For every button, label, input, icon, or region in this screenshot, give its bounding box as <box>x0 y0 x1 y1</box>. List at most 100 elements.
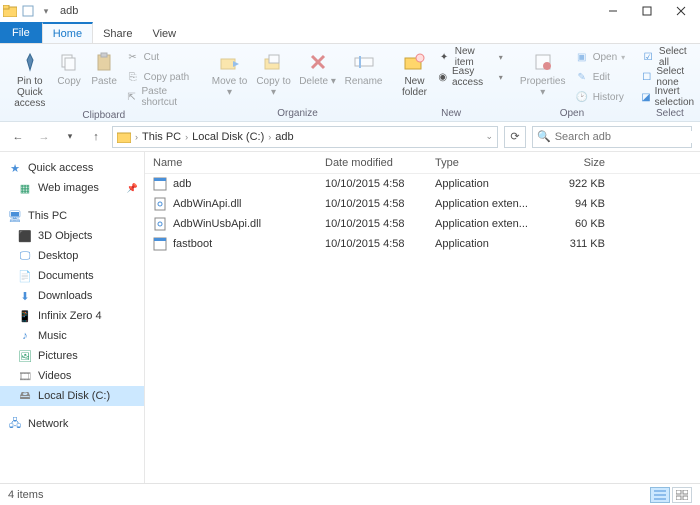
item-count: 4 items <box>8 489 43 501</box>
search-icon: 🔍 <box>537 130 551 143</box>
crumb-drive[interactable]: Local Disk (C:) <box>192 131 264 143</box>
ribbon-group-new: New folder ✦New item ▾ ◉Easy access ▾ Ne… <box>392 46 511 121</box>
new-item-icon: ✦ <box>437 50 450 64</box>
star-icon: ★ <box>8 161 22 175</box>
pictures-icon: 🖼 <box>18 349 32 363</box>
nav-infinix[interactable]: 📱Infinix Zero 4 <box>0 306 144 326</box>
file-row[interactable]: adb10/10/2015 4:58Application922 KB <box>145 174 700 194</box>
address-dropdown-icon[interactable]: ⌄ <box>485 131 493 142</box>
nav-3d-objects[interactable]: ⬛3D Objects <box>0 226 144 246</box>
tab-share[interactable]: Share <box>93 22 142 43</box>
tab-view[interactable]: View <box>142 22 186 43</box>
select-all-button[interactable]: ☑Select all <box>639 48 700 66</box>
open-icon: ▣ <box>575 50 589 64</box>
pin-to-quick-access-button[interactable]: Pin to Quick access <box>10 46 50 109</box>
edit-button[interactable]: ✎Edit <box>573 68 627 86</box>
new-folder-button[interactable]: New folder <box>398 46 432 98</box>
nav-network[interactable]: 🖧Network <box>0 414 144 434</box>
delete-button[interactable]: Delete ▾ <box>298 46 338 87</box>
invert-selection-button[interactable]: ◪Invert selection <box>639 88 700 106</box>
file-icon <box>153 217 167 231</box>
copy-to-icon <box>260 50 288 74</box>
up-button[interactable]: ↑ <box>86 127 106 147</box>
close-button[interactable] <box>664 0 698 22</box>
window-title: adb <box>60 5 78 17</box>
nav-local-disk[interactable]: 🖴Local Disk (C:) <box>0 386 144 406</box>
pc-icon: 🖥 <box>8 209 22 223</box>
nav-documents[interactable]: 📄Documents <box>0 266 144 286</box>
navigation-pane: ★Quick access ▦Web images📌 🖥This PC ⬛3D … <box>0 152 145 483</box>
open-button[interactable]: ▣Open ▾ <box>573 48 627 66</box>
paste-button[interactable]: Paste <box>89 46 120 87</box>
file-row[interactable]: AdbWinApi.dll10/10/2015 4:58Application … <box>145 194 700 214</box>
column-name[interactable]: Name <box>145 157 325 169</box>
file-date: 10/10/2015 4:58 <box>325 178 435 190</box>
music-icon: ♪ <box>18 329 32 343</box>
paste-shortcut-button[interactable]: ⇱Paste shortcut <box>124 88 198 106</box>
rename-button[interactable]: Rename <box>342 46 386 87</box>
history-button[interactable]: 🕑History <box>573 88 627 106</box>
pin-icon: 📌 <box>127 183 138 194</box>
column-size[interactable]: Size <box>545 157 615 169</box>
minimize-button[interactable] <box>596 0 630 22</box>
nav-music[interactable]: ♪Music <box>0 326 144 346</box>
crumb-this-pc[interactable]: This PC <box>142 131 181 143</box>
copy-path-icon: ⎘ <box>126 70 140 84</box>
forward-button[interactable]: → <box>34 127 54 147</box>
tab-home[interactable]: Home <box>42 22 93 43</box>
file-date: 10/10/2015 4:58 <box>325 238 435 250</box>
cut-button[interactable]: ✂Cut <box>124 48 198 66</box>
tab-file[interactable]: File <box>0 22 42 43</box>
ribbon: Pin to Quick access Copy Paste ✂Cut ⎘Cop… <box>0 44 700 122</box>
file-row[interactable]: AdbWinUsbApi.dll10/10/2015 4:58Applicati… <box>145 214 700 234</box>
copy-to-button[interactable]: Copy to ▾ <box>254 46 294 98</box>
search-box[interactable]: 🔍 <box>532 126 692 148</box>
details-view-button[interactable] <box>650 487 670 503</box>
desktop-icon: 🖵 <box>18 249 32 263</box>
nav-downloads[interactable]: ⬇Downloads <box>0 286 144 306</box>
file-type: Application exten... <box>435 218 545 230</box>
folder-icon <box>2 3 18 19</box>
delete-icon <box>304 50 332 74</box>
column-date[interactable]: Date modified <box>325 157 435 169</box>
properties-icon <box>529 50 557 74</box>
new-item-button[interactable]: ✦New item ▾ <box>435 48 504 66</box>
recent-locations-button[interactable]: ▾ <box>60 127 80 147</box>
address-bar[interactable]: › This PC › Local Disk (C:) › adb ⌄ <box>112 126 498 148</box>
copy-button[interactable]: Copy <box>54 46 85 87</box>
ribbon-group-select: ☑Select all ☐Select none ◪Invert selecti… <box>633 46 700 121</box>
nav-this-pc[interactable]: 🖥This PC <box>0 206 144 226</box>
crumb-folder[interactable]: adb <box>275 131 293 143</box>
file-row[interactable]: fastboot10/10/2015 4:58Application311 KB <box>145 234 700 254</box>
file-name: fastboot <box>173 238 212 250</box>
file-size: 60 KB <box>545 218 615 230</box>
column-type[interactable]: Type <box>435 157 545 169</box>
file-icon <box>153 197 167 211</box>
nav-pictures[interactable]: 🖼Pictures <box>0 346 144 366</box>
status-bar: 4 items <box>0 483 700 505</box>
move-to-button[interactable]: Move to ▾ <box>210 46 250 98</box>
nav-videos[interactable]: 🎞Videos <box>0 366 144 386</box>
easy-access-icon: ◉ <box>437 70 448 84</box>
new-folder-icon <box>400 50 428 74</box>
shortcut-icon: ⇱ <box>126 90 138 104</box>
refresh-button[interactable]: ⟳ <box>504 126 526 148</box>
back-button[interactable]: ← <box>8 127 28 147</box>
thumbnails-view-button[interactable] <box>672 487 692 503</box>
properties-button[interactable]: Properties ▾ <box>517 46 569 98</box>
select-none-button[interactable]: ☐Select none <box>639 68 700 86</box>
qat-dropdown-icon[interactable]: ▾ <box>38 3 54 19</box>
search-input[interactable] <box>555 131 697 143</box>
select-all-icon: ☑ <box>641 50 655 64</box>
nav-desktop[interactable]: 🖵Desktop <box>0 246 144 266</box>
copy-path-button[interactable]: ⎘Copy path <box>124 68 198 86</box>
file-type: Application <box>435 238 545 250</box>
file-date: 10/10/2015 4:58 <box>325 218 435 230</box>
ribbon-tabs: File Home Share View <box>0 22 700 44</box>
nav-quick-access[interactable]: ★Quick access <box>0 158 144 178</box>
nav-web-images[interactable]: ▦Web images📌 <box>0 178 144 198</box>
easy-access-button[interactable]: ◉Easy access ▾ <box>435 68 504 86</box>
file-size: 922 KB <box>545 178 615 190</box>
maximize-button[interactable] <box>630 0 664 22</box>
qat-item-icon[interactable] <box>20 3 36 19</box>
